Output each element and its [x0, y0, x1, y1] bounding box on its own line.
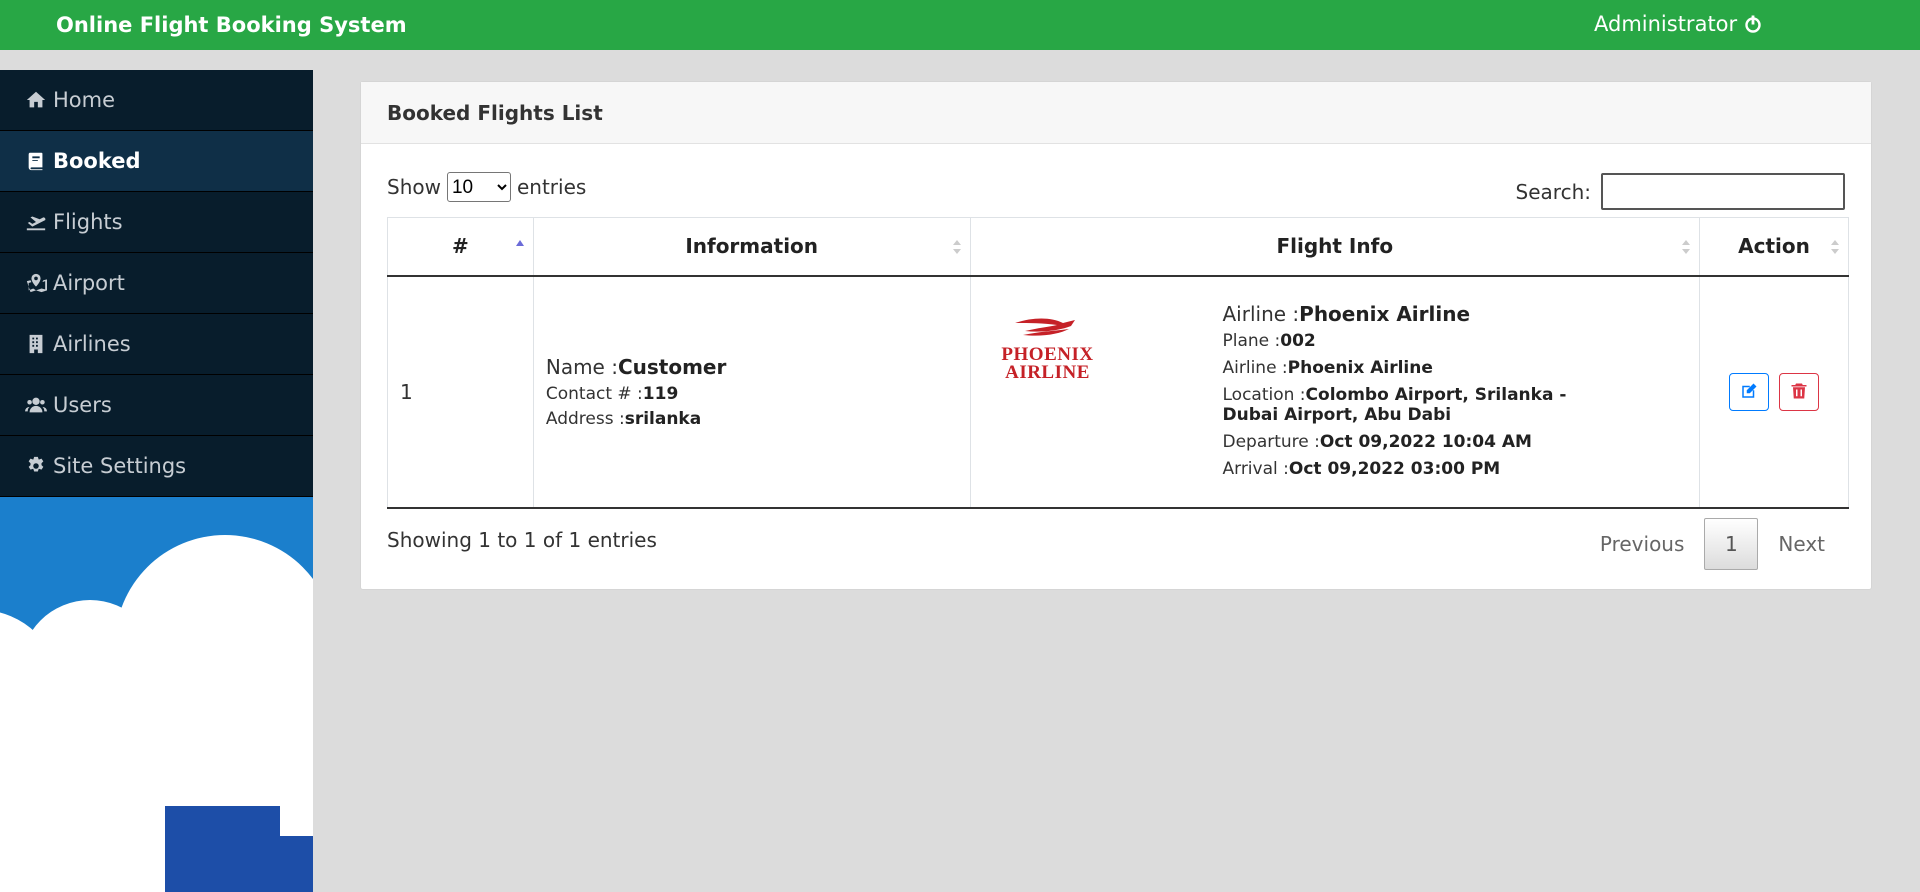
- edit-button[interactable]: [1729, 372, 1770, 411]
- sidebar-item-users[interactable]: Users: [0, 375, 313, 436]
- airline-logo: PHOENIX AIRLINE: [993, 315, 1103, 382]
- logo-text-2: AIRLINE: [1005, 362, 1090, 383]
- sidebar-item-booked[interactable]: Booked: [0, 131, 313, 192]
- cloud-illustration: [0, 535, 313, 892]
- next-button[interactable]: Next: [1758, 520, 1845, 568]
- page-1-button[interactable]: 1: [1704, 518, 1759, 570]
- action-cell: [1699, 275, 1849, 509]
- book-icon: [28, 152, 43, 171]
- sort-icon: [1682, 240, 1691, 254]
- customer-name: Name :Customer: [545, 354, 727, 379]
- sidebar-nav: Home Booked Flights Airport Airlines Use…: [0, 70, 313, 497]
- sort-icon: [952, 240, 961, 254]
- trash-icon: [1791, 383, 1807, 398]
- pagination: Previous 1 Next: [1580, 518, 1845, 570]
- power-icon[interactable]: [1743, 14, 1763, 34]
- flight-info-cell: PHOENIX AIRLINE Airline :Phoenix Airline…: [969, 275, 1701, 509]
- customer-address: Address :srilanka: [545, 408, 702, 429]
- search-label: Search:: [1515, 179, 1591, 204]
- sidebar-item-label: Site Settings: [53, 454, 187, 478]
- column-header-action[interactable]: Action: [1699, 217, 1849, 277]
- user-name: Administrator: [1594, 12, 1738, 36]
- sidebar-item-label: Users: [53, 393, 112, 417]
- user-menu[interactable]: Administrator: [1594, 12, 1763, 36]
- edit-icon: [1742, 383, 1757, 398]
- sidebar-item-flights[interactable]: Flights: [0, 192, 313, 253]
- building-icon: [29, 334, 43, 354]
- column-header-flight-info[interactable]: Flight Info: [969, 217, 1701, 277]
- table-row: 1 Name :Customer Contact # :119 Address …: [387, 275, 1849, 509]
- entries-summary: Showing 1 to 1 of 1 entries: [387, 528, 657, 552]
- sidebar-item-label: Airlines: [53, 332, 131, 356]
- cog-icon: [28, 456, 44, 472]
- app-title: Online Flight Booking System: [56, 13, 407, 37]
- show-label: Show: [387, 175, 441, 199]
- sidebar-item-label: Flights: [53, 210, 123, 234]
- sidebar-item-label: Home: [53, 88, 116, 112]
- sidebar-item-airport[interactable]: Airport: [0, 253, 313, 314]
- sidebar-item-home[interactable]: Home: [0, 70, 313, 131]
- flight-location: Location :Colombo Airport, Srilanka - Dub…: [1222, 385, 1567, 425]
- booked-flights-card: Booked Flights List Show 10 entries Sear…: [360, 81, 1872, 590]
- row-number: 1: [387, 275, 534, 509]
- sort-asc-icon: [515, 240, 524, 246]
- table-controls: Show 10 entries Search:: [387, 168, 1845, 210]
- customer-contact: Contact # :119: [545, 383, 679, 404]
- phoenix-bird-icon: [1014, 318, 1075, 336]
- users-icon: [25, 397, 47, 413]
- sort-icon: [1831, 240, 1839, 254]
- top-navbar: Online Flight Booking System Administrat…: [0, 0, 1920, 50]
- column-header-number[interactable]: #: [387, 217, 534, 277]
- table-header-row: # Information Flight Info Action: [387, 217, 1849, 277]
- flight-arrival: Arrival :Oct 09,2022 03:00 PM: [1222, 459, 1501, 479]
- table-footer: Showing 1 to 1 of 1 entries Previous 1 N…: [387, 518, 1845, 574]
- sidebar-item-label: Airport: [53, 271, 125, 295]
- home-icon: [26, 91, 46, 108]
- search-input[interactable]: [1601, 173, 1845, 210]
- sidebar-item-airlines[interactable]: Airlines: [0, 314, 313, 375]
- card-title: Booked Flights List: [361, 82, 1871, 144]
- entries-label: entries: [516, 175, 587, 199]
- sidebar-item-label: Booked: [53, 149, 141, 173]
- flight-departure: Departure :Oct 09,2022 10:04 AM: [1222, 432, 1532, 452]
- map-marked-icon: [26, 273, 47, 293]
- plane-departure-icon: [26, 216, 46, 231]
- customer-info-cell: Name :Customer Contact # :119 Address :s…: [532, 275, 971, 509]
- flight-plane: Plane :002: [1222, 331, 1316, 351]
- page-size-control: Show 10 entries: [387, 172, 586, 202]
- flight-airline-title: Airline :Phoenix Airline: [1222, 302, 1471, 326]
- sidebar-item-site-settings[interactable]: Site Settings: [0, 436, 313, 497]
- previous-button[interactable]: Previous: [1580, 520, 1705, 568]
- search-control: Search:: [1516, 173, 1845, 210]
- flight-details: Airline :Phoenix Airline Plane :002 Airl…: [1223, 297, 1567, 486]
- booked-flights-table: # Information Flight Info Action 1 Name …: [387, 217, 1849, 509]
- page-size-select[interactable]: 10: [446, 172, 511, 202]
- sidebar: Home Booked Flights Airport Airlines Use…: [0, 70, 313, 892]
- flight-airline: Airline :Phoenix Airline: [1222, 358, 1433, 378]
- delete-button[interactable]: [1778, 372, 1819, 411]
- column-header-information[interactable]: Information: [532, 217, 971, 277]
